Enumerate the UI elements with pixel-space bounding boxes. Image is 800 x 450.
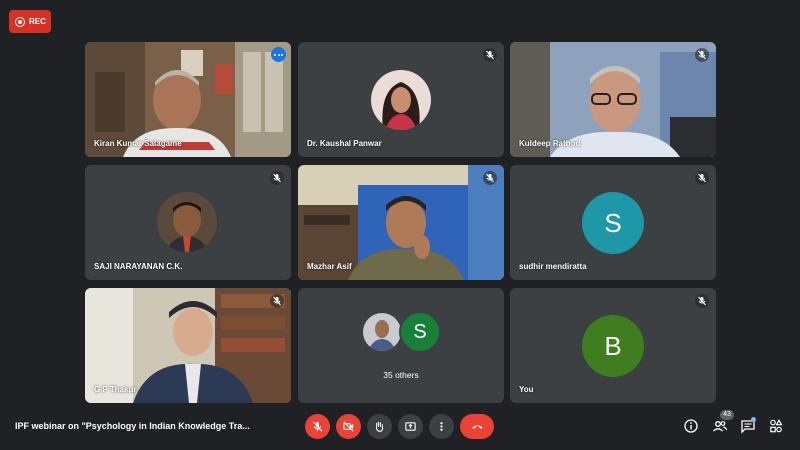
participant-tile-mazhar[interactable]: Mazhar Asif	[298, 165, 504, 280]
camera-off-icon	[343, 421, 354, 432]
camera-toggle-button[interactable]	[336, 414, 361, 439]
people-icon[interactable]	[712, 418, 728, 434]
meeting-details-icon[interactable]	[683, 418, 699, 434]
present-screen-button[interactable]	[398, 414, 423, 439]
more-options-icon[interactable]	[271, 47, 286, 62]
participant-name: You	[519, 385, 534, 394]
participant-tile-sudhir[interactable]: S sudhir mendiratta	[510, 165, 716, 280]
participant-name: Kiran Kumar Salagame	[94, 139, 182, 148]
mic-off-icon	[483, 171, 497, 185]
mic-off-icon	[483, 48, 497, 62]
mic-off-icon	[270, 171, 284, 185]
others-count-label: 35 others	[383, 370, 419, 380]
mic-off-icon	[695, 294, 709, 308]
record-icon	[15, 16, 25, 27]
participant-avatar	[363, 313, 401, 351]
participant-name: Dr. Kaushal Panwar	[307, 139, 382, 148]
recording-indicator: REC	[9, 10, 51, 33]
participant-name: sudhir mendiratta	[519, 262, 587, 271]
participant-name: G P Thakur	[94, 385, 137, 394]
participant-count-badge: 43	[720, 410, 734, 420]
participant-tile-kuldeep[interactable]: Kuldeep Rathod	[510, 42, 716, 157]
present-screen-icon	[405, 422, 416, 431]
participant-tile-you[interactable]: B You	[510, 288, 716, 403]
more-options-icon	[440, 422, 443, 431]
more-options-button[interactable]	[429, 414, 454, 439]
participant-initial-avatar: S	[399, 311, 441, 353]
participant-tile-saji[interactable]: SAJI NARAYANAN C.K.	[85, 165, 291, 280]
participant-name: SAJI NARAYANAN C.K.	[94, 262, 183, 271]
activities-icon[interactable]	[768, 418, 784, 434]
raise-hand-button[interactable]	[367, 414, 392, 439]
mic-off-icon	[695, 171, 709, 185]
mic-off-icon	[312, 421, 323, 432]
participant-avatar	[371, 70, 431, 130]
participant-name: Mazhar Asif	[307, 262, 352, 271]
mic-off-icon	[695, 48, 709, 62]
participant-tile-kaushal[interactable]: Dr. Kaushal Panwar	[298, 42, 504, 157]
participant-tile-kiran[interactable]: Kiran Kumar Salagame	[85, 42, 291, 157]
mic-toggle-button[interactable]	[305, 414, 330, 439]
participant-initial-avatar: B	[582, 315, 644, 377]
recording-label: REC	[29, 17, 46, 26]
chat-notification-dot	[751, 417, 756, 422]
end-call-icon	[471, 425, 483, 429]
meeting-title: IPF webinar on "Psychology in Indian Kno…	[15, 421, 250, 431]
end-call-button[interactable]	[460, 414, 494, 439]
participant-name: Kuldeep Rathod	[519, 139, 581, 148]
raise-hand-icon	[375, 421, 384, 432]
participant-tile-gp-thakur[interactable]: G P Thakur	[85, 288, 291, 403]
mic-off-icon	[270, 294, 284, 308]
participant-avatar	[157, 192, 217, 252]
participant-initial-avatar: S	[582, 192, 644, 254]
participant-tile-others[interactable]: S 35 others	[298, 288, 504, 403]
